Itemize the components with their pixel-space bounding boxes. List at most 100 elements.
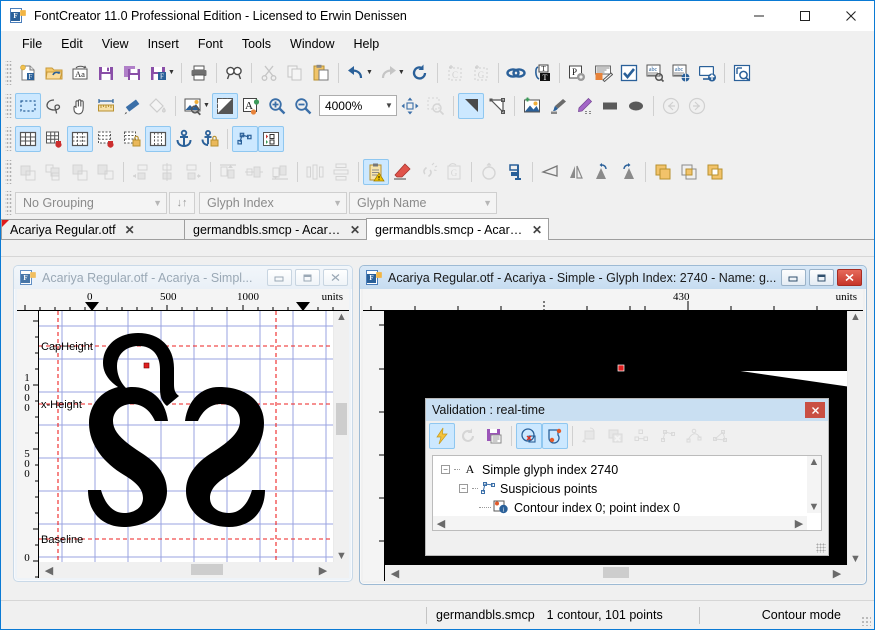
cut-icon[interactable] [256, 60, 282, 86]
scroll-right-icon[interactable]: ▶ [791, 517, 807, 530]
expander-icon[interactable]: − [441, 465, 450, 474]
intersect-icon[interactable] [676, 159, 702, 185]
glyph-transform-icon[interactable]: A [238, 93, 264, 119]
contrast-icon[interactable] [211, 92, 238, 119]
lasso-tool-icon[interactable] [41, 93, 67, 119]
close-button[interactable] [828, 1, 874, 31]
menu-tools[interactable]: Tools [233, 34, 280, 54]
extremes-icon[interactable] [629, 423, 655, 449]
scroll-right-icon[interactable]: ▶ [829, 567, 845, 580]
erase-icon[interactable] [389, 159, 415, 185]
copy-icon[interactable] [282, 60, 308, 86]
install-font-icon[interactable] [694, 60, 720, 86]
child-minimize-button[interactable] [267, 269, 292, 286]
fill-tool-icon[interactable] [145, 93, 171, 119]
contour-errors-icon[interactable] [542, 423, 568, 449]
scrollbar-thumb[interactable] [603, 567, 629, 578]
align-to-glyph-icon[interactable] [502, 159, 528, 185]
tab-germandbls-1[interactable]: germandbls.smcp - Acariy... ✕ [184, 219, 367, 240]
child-restore-button[interactable] [295, 269, 320, 286]
preview-icon[interactable] [729, 60, 755, 86]
menu-help[interactable]: Help [345, 34, 389, 54]
delete-issue-icon[interactable] [603, 423, 629, 449]
toolbar-grip[interactable] [5, 159, 12, 184]
lock-anchors-icon[interactable] [197, 126, 223, 152]
pencil-icon[interactable] [571, 93, 597, 119]
tab-close-icon[interactable]: ✕ [125, 224, 135, 236]
align-bottom-icon[interactable] [267, 159, 293, 185]
scroll-up-icon[interactable]: ▲ [848, 311, 864, 323]
link-icon[interactable] [503, 60, 529, 86]
union-icon[interactable] [650, 159, 676, 185]
sort-icon[interactable]: ↓↑ [169, 192, 195, 214]
previous-glyph-icon[interactable] [658, 93, 684, 119]
tab-close-icon[interactable]: ✕ [350, 224, 360, 236]
image-zoom-icon[interactable] [180, 93, 206, 119]
glyph-canvas-left[interactable]: CapHeight x-Height Baseline [39, 311, 349, 578]
resize-grip[interactable] [816, 543, 826, 553]
show-points-icon[interactable] [232, 125, 258, 152]
web-font-icon[interactable]: abc [668, 60, 694, 86]
point-structure-icon[interactable] [655, 423, 681, 449]
show-metrics-icon[interactable] [145, 125, 171, 152]
send-backward-icon[interactable] [67, 159, 93, 185]
toolbar-grip[interactable] [5, 191, 12, 215]
add-glyph-icon[interactable]: G [468, 60, 494, 86]
align-right-icon[interactable] [180, 159, 206, 185]
scrollbar-thumb[interactable] [191, 564, 223, 575]
contour-overlap-icon[interactable] [707, 423, 733, 449]
insert-image-icon[interactable] [519, 93, 545, 119]
knife-tool-icon[interactable] [119, 93, 145, 119]
pan-tool-icon[interactable] [67, 93, 93, 119]
toolbar-grip[interactable] [5, 60, 12, 85]
select-tool-icon[interactable] [15, 92, 41, 119]
rotate-left-icon[interactable] [589, 159, 615, 185]
zoom-selection-icon[interactable] [423, 93, 449, 119]
child-close-button[interactable] [837, 269, 862, 286]
undo-fix-icon[interactable] [577, 423, 603, 449]
maximize-button[interactable] [782, 1, 828, 31]
glyph-name-combobox[interactable]: Glyph Name ▼ [349, 192, 497, 214]
scroll-down-icon[interactable]: ▼ [848, 553, 864, 565]
rectangle-icon[interactable] [597, 93, 623, 119]
toolbar-grip[interactable] [5, 93, 12, 118]
zoom-out-icon[interactable] [290, 93, 316, 119]
glyph-ref-icon[interactable]: G [441, 159, 467, 185]
distribute-vertical-icon[interactable] [328, 159, 354, 185]
add-composite-icon[interactable]: C [442, 60, 468, 86]
scroll-left-icon[interactable]: ◀ [41, 564, 57, 577]
tab-acariya-regular[interactable]: Acariya Regular.otf ✕ [1, 219, 185, 240]
autohinting-icon[interactable] [590, 60, 616, 86]
menu-view[interactable]: View [93, 34, 138, 54]
refresh-validation-icon[interactable] [455, 423, 481, 449]
vertical-scrollbar-right[interactable]: ▲ ▼ [847, 311, 863, 565]
measure-tool-icon[interactable] [93, 93, 119, 119]
align-top-icon[interactable] [215, 159, 241, 185]
save-icon[interactable] [93, 60, 119, 86]
grouping-combobox[interactable]: No Grouping ▼ [15, 192, 167, 214]
show-grid-icon[interactable] [15, 125, 41, 152]
exclude-icon[interactable] [702, 159, 728, 185]
show-guidelines-icon[interactable] [67, 125, 93, 152]
minimize-button[interactable] [736, 1, 782, 31]
new-font-icon[interactable]: F [15, 60, 41, 86]
distribute-horizontal-icon[interactable] [302, 159, 328, 185]
tree-node-issue[interactable]: i Contour index 0; point index 0 [433, 498, 821, 517]
test-font-icon[interactable]: abc [642, 60, 668, 86]
refresh-icon[interactable] [407, 60, 433, 86]
menu-file[interactable]: File [13, 34, 51, 54]
suspicious-points-icon[interactable] [516, 423, 542, 449]
scroll-up-icon[interactable]: ▲ [806, 456, 822, 468]
scroll-left-icon[interactable]: ◀ [387, 567, 403, 580]
font-properties-icon[interactable]: Aa [67, 60, 93, 86]
show-contour-direction-icon[interactable] [258, 125, 284, 152]
tab-close-icon[interactable]: ✕ [532, 224, 542, 236]
resize-grip[interactable] [861, 616, 871, 626]
rotate-right-icon[interactable] [615, 159, 641, 185]
redo-icon[interactable] [375, 60, 401, 86]
menu-insert[interactable]: Insert [139, 34, 188, 54]
fit-window-icon[interactable] [397, 93, 423, 119]
brush-icon[interactable] [545, 93, 571, 119]
print-icon[interactable] [186, 60, 212, 86]
menu-window[interactable]: Window [281, 34, 343, 54]
